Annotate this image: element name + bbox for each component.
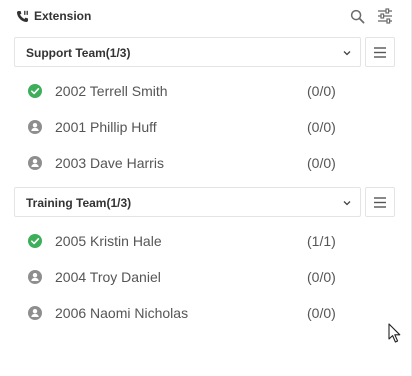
list-item[interactable]: 2006 Naomi Nicholas (0/0) [14, 295, 354, 331]
extension-panel: Extension Support Team(1/3) 2002 Terrell… [0, 0, 412, 376]
member-count: (1/1) [307, 233, 336, 249]
member-count: (0/0) [307, 155, 336, 171]
group-menu-button-support[interactable] [365, 37, 395, 67]
offline-user-icon [28, 306, 42, 320]
list-item[interactable]: 2001 Phillip Huff (0/0) [14, 109, 354, 145]
member-count: (0/0) [307, 119, 336, 135]
group-dropdown-support[interactable]: Support Team(1/3) [14, 37, 361, 67]
panel-title: Extension [34, 9, 92, 23]
offline-user-icon [28, 270, 42, 284]
mouse-cursor-icon [388, 323, 401, 343]
search-icon [350, 9, 365, 24]
online-status-icon [28, 84, 42, 98]
hamburger-menu-icon [374, 47, 386, 58]
member-name: 2001 Phillip Huff [55, 119, 157, 135]
chevron-down-icon [343, 201, 351, 206]
member-name: 2004 Troy Daniel [55, 269, 161, 285]
panel-header: Extension [0, 0, 410, 34]
list-item[interactable]: 2005 Kristin Hale (1/1) [14, 223, 354, 259]
group-dropdown-training[interactable]: Training Team(1/3) [14, 187, 361, 217]
list-item[interactable]: 2003 Dave Harris (0/0) [14, 145, 354, 181]
online-status-icon [28, 234, 42, 248]
member-count: (0/0) [307, 305, 336, 321]
group-header-support: Support Team(1/3) [14, 37, 395, 67]
search-button[interactable] [350, 9, 366, 25]
filter-sliders-icon [378, 8, 392, 24]
group-menu-button-training[interactable] [365, 187, 395, 217]
offline-user-icon [28, 156, 42, 170]
filter-button[interactable] [377, 8, 393, 24]
group-header-training: Training Team(1/3) [14, 187, 395, 217]
list-item[interactable]: 2002 Terrell Smith (0/0) [14, 73, 354, 109]
offline-user-icon [28, 120, 42, 134]
group-label: Training Team(1/3) [26, 196, 132, 210]
member-count: (0/0) [307, 83, 336, 99]
member-name: 2002 Terrell Smith [55, 83, 168, 99]
panel-title-wrap: Extension [16, 9, 91, 23]
list-item[interactable]: 2004 Troy Daniel (0/0) [14, 259, 354, 295]
hamburger-menu-icon [374, 197, 386, 208]
phone-extension-icon [16, 10, 29, 22]
chevron-down-icon [343, 51, 351, 56]
member-name: 2005 Kristin Hale [55, 233, 162, 249]
group-label: Support Team(1/3) [26, 46, 131, 60]
member-name: 2006 Naomi Nicholas [55, 305, 189, 321]
member-count: (0/0) [307, 269, 336, 285]
member-name: 2003 Dave Harris [55, 155, 164, 171]
